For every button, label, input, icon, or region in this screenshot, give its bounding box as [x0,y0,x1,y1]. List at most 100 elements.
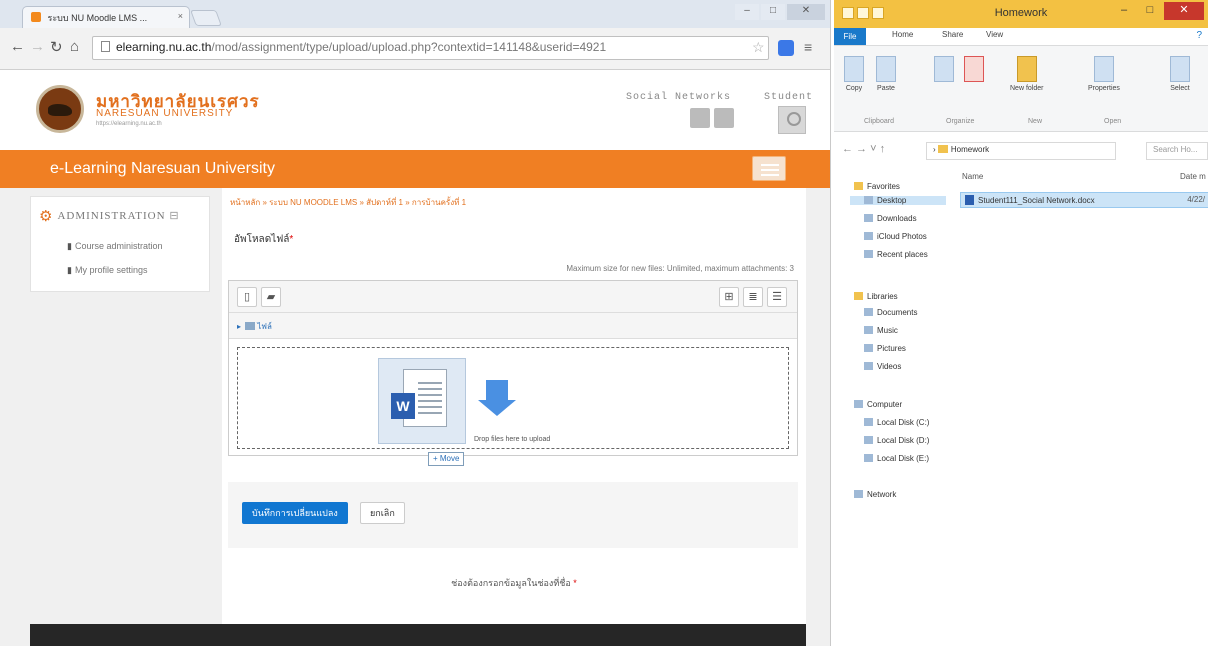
file-path[interactable]: ▸ ไฟล์ [229,313,797,339]
disk-icon [864,418,873,426]
menu-toggle-button[interactable] [752,156,786,181]
extension-icon[interactable] [778,40,794,56]
dock-icon[interactable]: ⊟ [169,210,179,222]
add-file-icon[interactable]: ▯ [237,287,257,307]
url-host: elearning.nu.ac.th [116,40,212,54]
tab-file[interactable]: File [834,28,866,45]
tree-network[interactable]: Network [854,490,896,499]
folder-icon: ▮ [67,241,72,251]
tab-share[interactable]: Share [942,30,963,39]
tree-libraries[interactable]: Libraries [854,292,898,301]
dragged-file[interactable]: W [378,358,466,444]
tree-music[interactable]: Music [864,326,898,335]
tab-close-icon[interactable]: × [178,11,183,21]
university-logo[interactable] [36,85,84,133]
tree-disk-c[interactable]: Local Disk (C:) [864,418,929,427]
save-changes-button[interactable]: บันทึกการเปลี่ยนแปลง [242,502,348,524]
select-button[interactable]: Select [1170,56,1190,92]
page-icon [101,41,110,52]
new-folder-icon [1016,56,1037,82]
drop-zone[interactable]: W Drop files here to upload + Move [237,347,789,466]
tree-view-icon[interactable]: ☰ [767,287,787,307]
explorer-navigation: ← → ˅ ↑ › Homework Search Ho... [834,140,1208,162]
navbar: e-Learning Naresuan University [0,150,830,188]
cancel-button[interactable]: ยกเลิก [360,502,405,524]
tab-home[interactable]: Home [892,30,913,39]
page-footer [30,624,806,646]
facebook-icon[interactable] [714,108,734,128]
administration-block: ⚙ ADMINISTRATION ⊟ ▮ Course administration… [30,196,210,292]
create-folder-icon[interactable]: ▰ [261,287,281,307]
tree-desktop[interactable]: Desktop [850,196,946,205]
back-icon[interactable]: ← [10,38,25,55]
menu-icon[interactable]: ≡ [804,39,812,55]
network-icon [854,490,863,498]
minimize-button[interactable]: – [735,4,759,20]
copy-button[interactable]: Copy [844,56,864,92]
properties-icon [1093,56,1114,82]
icon-view-icon[interactable]: ⊞ [719,287,739,307]
site-title[interactable]: e-Learning Naresuan University [50,160,275,178]
explorer-titlebar: Homework – □ ✕ [834,0,1208,28]
tree-icloud[interactable]: iCloud Photos [864,232,927,241]
tab-title: ระบบ NU Moodle LMS ... [47,13,148,23]
paste-button[interactable]: Paste [876,56,896,92]
brand-english: NARESUAN UNIVERSITY [96,108,234,119]
tree-downloads[interactable]: Downloads [864,214,917,223]
forward-icon[interactable]: → [30,38,45,55]
word-document-icon [965,195,974,205]
explorer-minimize-button[interactable]: – [1112,2,1136,20]
explorer-close-button[interactable]: ✕ [1164,2,1204,20]
file-item[interactable]: Student111_Social Network.docx 4/22/ [960,192,1208,208]
breadcrumb[interactable]: หน้าหลัก » ระบบ NU MOODLE LMS » สัปดาห์ท… [230,196,466,209]
column-name[interactable]: Name [962,172,983,181]
social-icon[interactable] [690,108,710,128]
admin-item-course[interactable]: ▮ Course administration [67,241,163,252]
word-icon: W [391,393,415,419]
disk-icon [864,436,873,444]
home-icon[interactable]: ⌂ [70,38,79,55]
admin-item-profile[interactable]: ▮ My profile settings [67,265,147,276]
icloud-icon [864,232,873,240]
folder-icon: ▮ [67,265,72,275]
address-bar[interactable]: elearning.nu.ac.th/mod/assignment/type/u… [92,36,769,60]
favicon-icon [31,12,41,22]
column-date[interactable]: Date m [1180,172,1206,181]
bookmark-star-icon[interactable]: ☆ [752,39,765,56]
reload-icon[interactable]: ↻ [50,38,63,56]
tree-documents[interactable]: Documents [864,308,917,317]
explorer-search-input[interactable]: Search Ho... [1146,142,1208,160]
required-fields-note: ช่องต้องกรอกข้อมูลในช่องที่ชื่อ * [451,578,577,588]
computer-icon [854,400,863,408]
browser-tab[interactable]: ระบบ NU Moodle LMS ... × [22,6,190,28]
tree-favorites[interactable]: Favorites [854,182,900,191]
close-button[interactable]: ✕ [787,4,825,20]
new-folder-button[interactable]: New folder [1010,56,1043,92]
tree-videos[interactable]: Videos [864,362,901,371]
explorer-maximize-button[interactable]: □ [1138,2,1162,20]
file-manager-toolbar: ▯ ▰ ⊞ ≣ ☰ [229,281,797,313]
documents-icon [864,308,873,316]
tree-disk-e[interactable]: Local Disk (E:) [864,454,929,463]
videos-icon [864,362,873,370]
delete-button[interactable] [964,56,984,85]
tab-view[interactable]: View [986,30,1003,39]
move-to-button[interactable] [934,56,954,85]
form-actions: บันทึกการเปลี่ยนแปลง ยกเลิก [228,482,798,548]
tree-pictures[interactable]: Pictures [864,344,906,353]
tree-disk-d[interactable]: Local Disk (D:) [864,436,929,445]
user-avatar[interactable] [778,106,806,134]
maximize-button[interactable]: □ [761,4,785,20]
help-icon[interactable]: ? [1196,30,1202,41]
nav-arrows[interactable]: ← → ˅ ↑ [842,143,885,155]
tree-computer[interactable]: Computer [854,400,902,409]
music-icon [864,326,873,334]
move-tooltip: + Move [428,452,465,466]
tree-recent[interactable]: Recent places [864,250,928,259]
explorer-address-bar[interactable]: › Homework [926,142,1116,160]
properties-button[interactable]: Properties [1088,56,1120,92]
browser-window: ระบบ NU Moodle LMS ... × – □ ✕ ← → ↻ ⌂ e… [0,0,831,646]
disk-icon [864,454,873,462]
list-view-icon[interactable]: ≣ [743,287,763,307]
new-tab-button[interactable] [190,10,222,26]
